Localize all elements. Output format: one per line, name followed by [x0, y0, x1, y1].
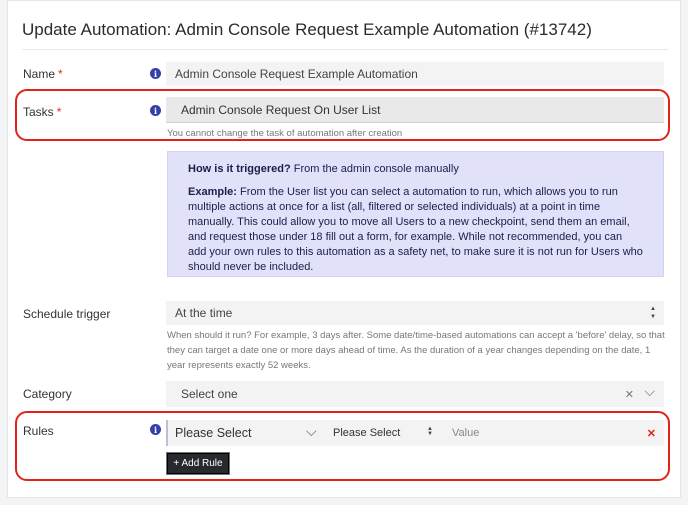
name-field-value: Admin Console Request Example Automation [175, 67, 418, 81]
info-icon[interactable]: i [150, 68, 161, 79]
tasks-highlight-outline [15, 89, 670, 141]
arrow-down-icon: ▼ [650, 314, 656, 320]
example-paragraph: Example: From the User list you can sele… [188, 185, 643, 275]
arrow-up-icon: ▲ [650, 306, 656, 312]
name-label-text: Name [23, 67, 56, 81]
category-select[interactable]: Select one ✕ ⌵ [166, 381, 664, 407]
rules-highlight-outline [15, 411, 670, 481]
example-text: From the User list you can select a auto… [188, 186, 643, 273]
required-mark: * [58, 67, 63, 81]
name-label: Name * [23, 67, 63, 81]
schedule-trigger-value: At the time [175, 306, 233, 320]
trigger-info-notice: How is it triggered? From the admin cons… [167, 151, 664, 277]
clear-icon[interactable]: ✕ [625, 388, 634, 401]
chevron-down-icon[interactable]: ⌵ [644, 383, 655, 400]
name-field[interactable]: Admin Console Request Example Automation [166, 62, 664, 86]
automation-form-card: Update Automation: Admin Console Request… [7, 0, 681, 498]
schedule-trigger-select[interactable]: At the time ▲ ▼ [166, 301, 664, 325]
schedule-trigger-label: Schedule trigger [23, 307, 111, 321]
page-title: Update Automation: Admin Console Request… [22, 20, 592, 39]
trigger-text: From the admin console manually [290, 163, 459, 175]
trigger-heading: How is it triggered? [188, 163, 291, 175]
sort-arrows-icon: ▲ ▼ [650, 305, 656, 321]
schedule-helper-text: When should it run? For example, 3 days … [167, 330, 665, 371]
title-divider [22, 49, 668, 50]
category-label: Category [23, 387, 72, 401]
trigger-line: How is it triggered? From the admin cons… [188, 162, 643, 177]
example-heading: Example: [188, 186, 237, 198]
category-placeholder: Select one [181, 387, 238, 401]
